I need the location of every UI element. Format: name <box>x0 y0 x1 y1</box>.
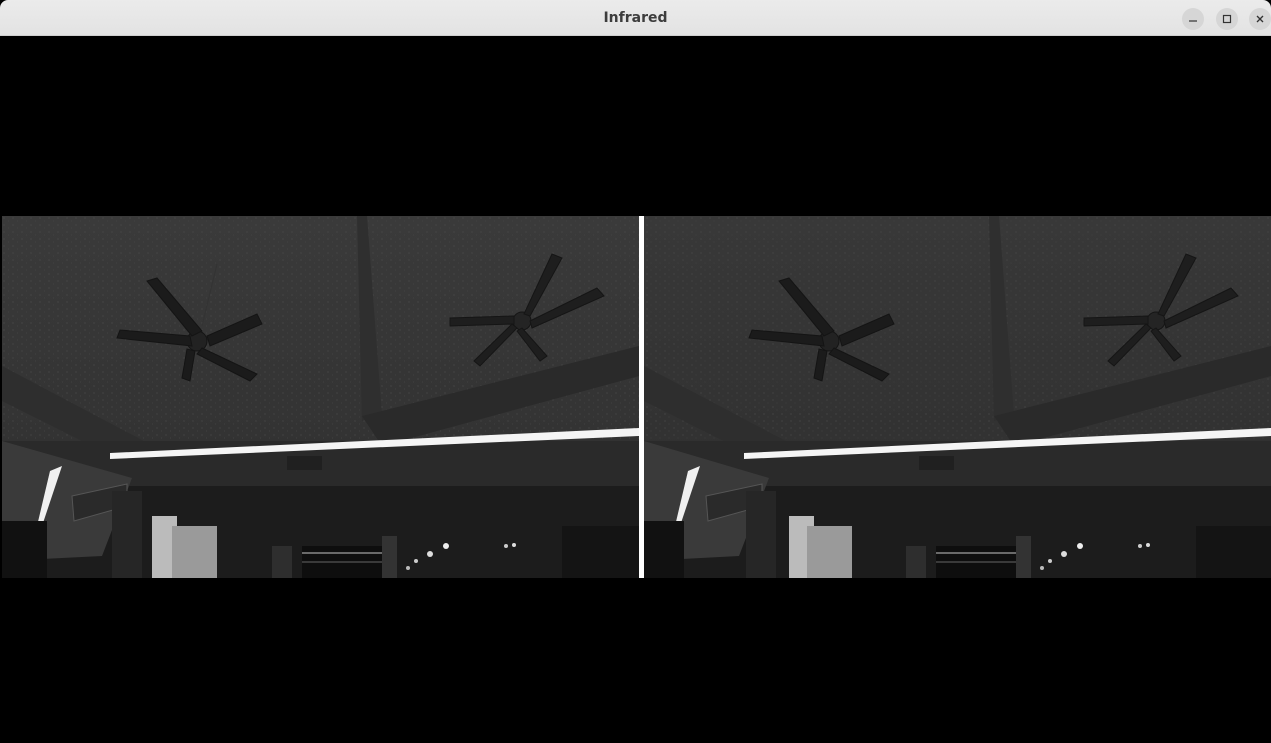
maximize-icon <box>1222 14 1232 24</box>
right-infrared-frame <box>644 216 1271 578</box>
video-canvas <box>0 37 1271 743</box>
maximize-button[interactable] <box>1216 8 1238 30</box>
title-bar[interactable]: Infrared <box>0 0 1271 36</box>
close-button[interactable] <box>1249 8 1271 30</box>
infrared-window: Infrared <box>0 0 1271 743</box>
left-infrared-frame <box>2 216 639 578</box>
window-title: Infrared <box>603 10 668 26</box>
close-icon <box>1255 14 1265 24</box>
minimize-icon <box>1188 14 1198 24</box>
minimize-button[interactable] <box>1182 8 1204 30</box>
